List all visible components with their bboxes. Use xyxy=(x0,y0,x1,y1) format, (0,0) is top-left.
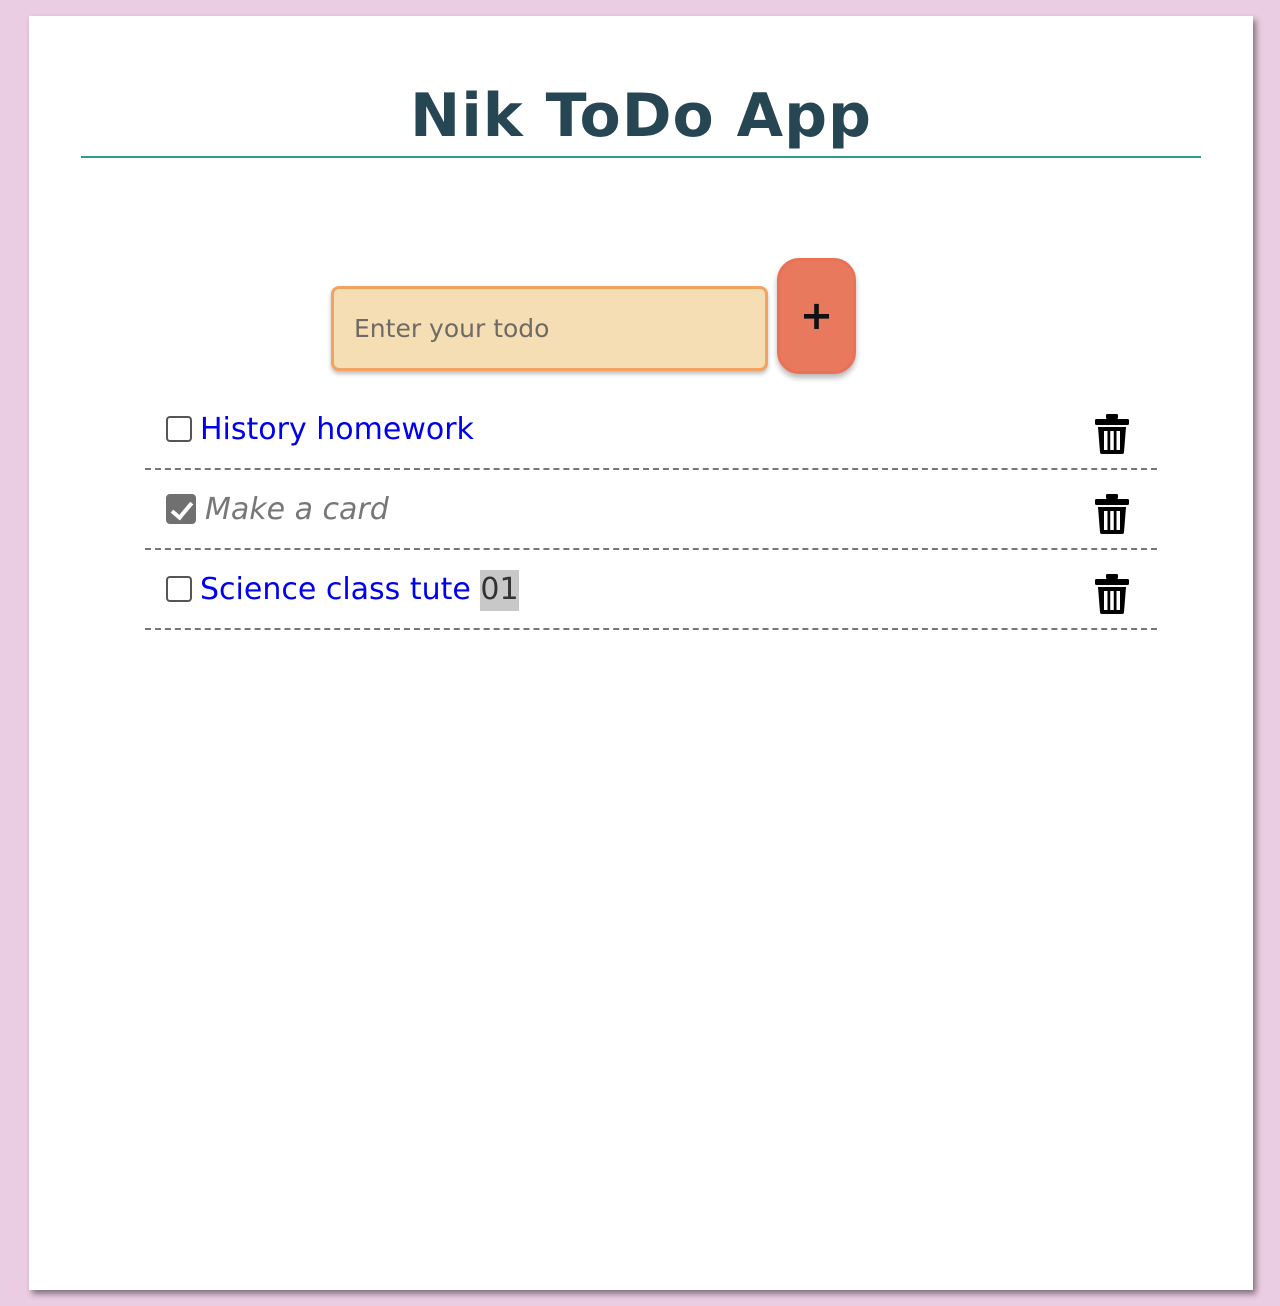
todo-label-text: Science class tute xyxy=(200,572,481,607)
todo-checkbox[interactable] xyxy=(166,576,192,602)
trash-icon[interactable] xyxy=(1095,494,1129,534)
todo-label[interactable]: History homework xyxy=(200,410,474,450)
todo-label-completed[interactable]: Make a card xyxy=(205,490,389,530)
trash-icon[interactable] xyxy=(1095,414,1129,454)
todo-card: Nik ToDo App + History homework Make a c… xyxy=(29,16,1253,1290)
todo-item: Make a card xyxy=(145,470,1157,550)
plus-icon: + xyxy=(799,293,834,339)
todo-input[interactable] xyxy=(331,286,768,371)
page-title: Nik ToDo App xyxy=(410,81,872,151)
todo-checkbox[interactable] xyxy=(166,416,192,442)
add-todo-button[interactable]: + xyxy=(777,258,856,374)
title-divider xyxy=(81,156,1201,158)
todo-list: History homework Make a card Science cla… xyxy=(145,390,1157,630)
selected-text-highlight: 01 xyxy=(480,570,519,611)
todo-item: Science class tute 01 xyxy=(145,550,1157,630)
trash-icon[interactable] xyxy=(1095,574,1129,614)
todo-checkbox-checked[interactable] xyxy=(166,494,196,524)
todo-label[interactable]: Science class tute 01 xyxy=(200,570,519,611)
todo-item: History homework xyxy=(145,390,1157,470)
